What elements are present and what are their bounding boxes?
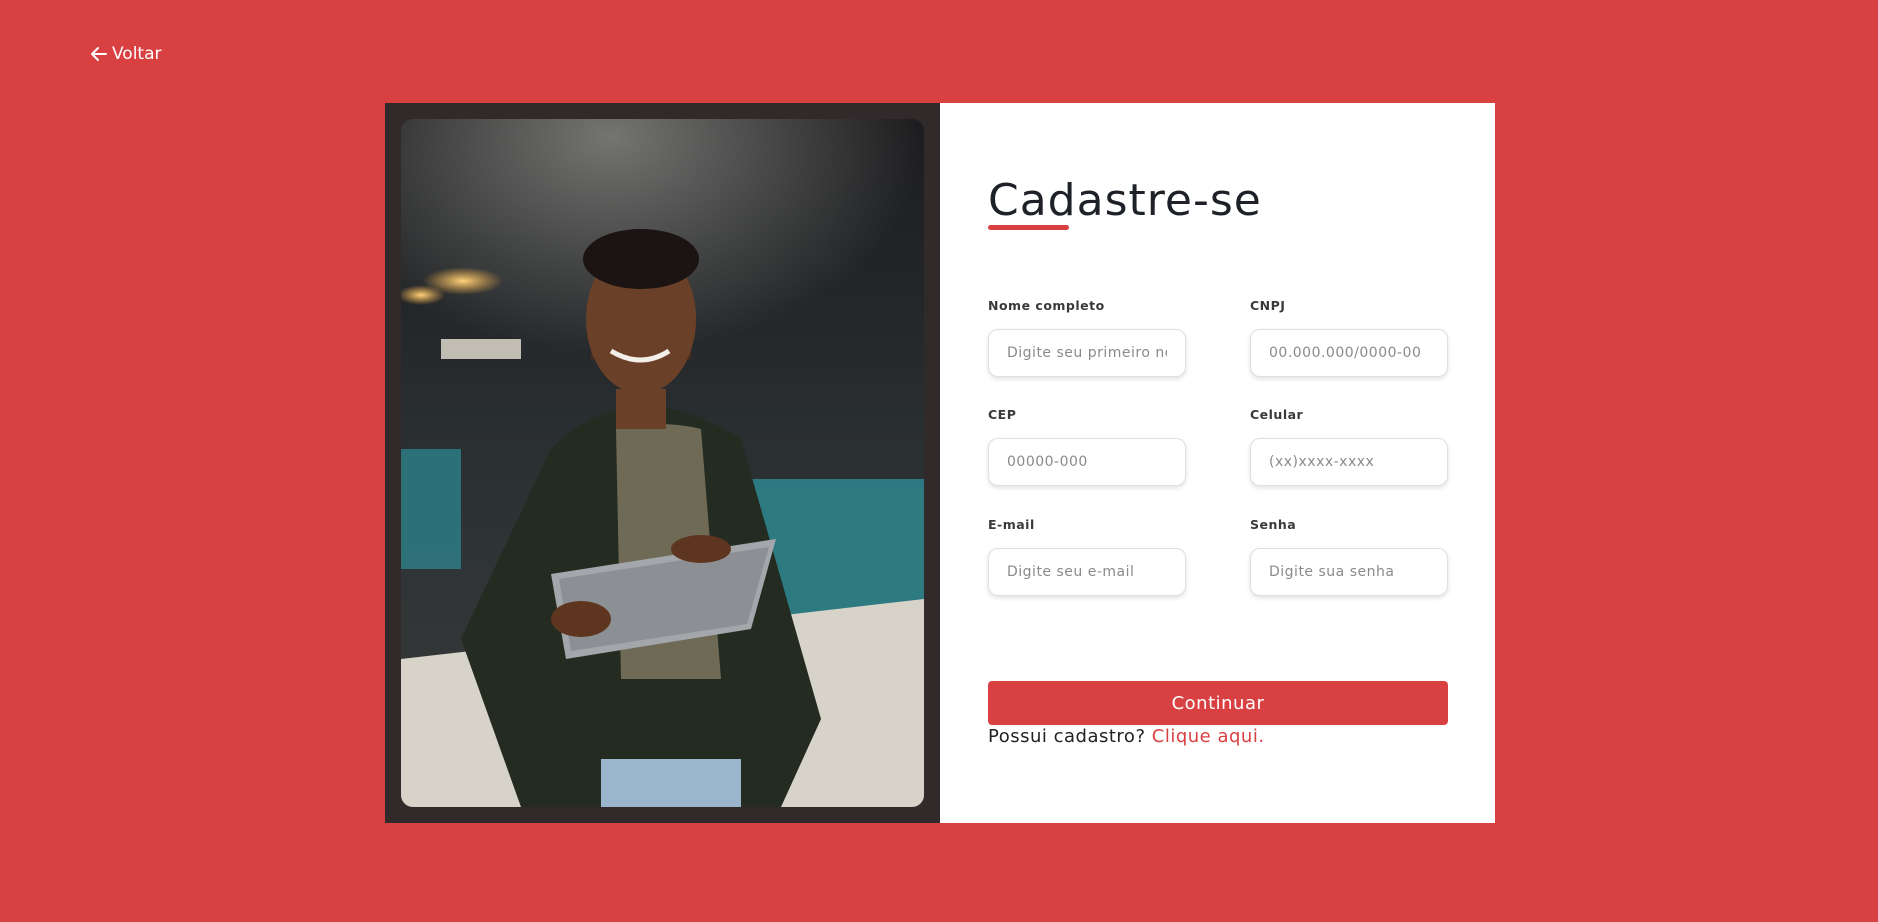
phone-input[interactable]: [1250, 438, 1448, 486]
name-field: Nome completo: [988, 298, 1186, 377]
back-label: Voltar: [112, 44, 162, 64]
cep-field: CEP: [988, 407, 1186, 486]
name-input[interactable]: [988, 329, 1186, 377]
login-prompt: Possui cadastro? Clique aqui.: [988, 726, 1265, 747]
cnpj-input[interactable]: [1250, 329, 1448, 377]
continue-button[interactable]: Continuar: [988, 681, 1448, 725]
email-field: E-mail: [988, 517, 1186, 596]
name-label: Nome completo: [988, 298, 1105, 313]
cep-label: CEP: [988, 407, 1017, 422]
phone-label: Celular: [1250, 407, 1304, 422]
cep-input[interactable]: [988, 438, 1186, 486]
login-prompt-text: Possui cadastro?: [988, 726, 1146, 747]
email-input[interactable]: [988, 548, 1186, 596]
photo-panel: [385, 103, 940, 823]
signup-form: Cadastre-se Nome completo CNPJ CEP Celul…: [940, 103, 1495, 823]
cnpj-field: CNPJ: [1250, 298, 1448, 377]
phone-field: Celular: [1250, 407, 1448, 486]
arrow-left-icon: [91, 47, 107, 61]
password-field: Senha: [1250, 517, 1448, 596]
login-link[interactable]: Clique aqui.: [1152, 726, 1265, 747]
password-input[interactable]: [1250, 548, 1448, 596]
cnpj-label: CNPJ: [1250, 298, 1286, 313]
email-label: E-mail: [988, 517, 1035, 532]
signup-card: Cadastre-se Nome completo CNPJ CEP Celul…: [385, 103, 1495, 823]
back-link[interactable]: Voltar: [90, 44, 162, 64]
title-underline: [988, 225, 1069, 230]
hero-photo: [401, 119, 924, 807]
password-label: Senha: [1250, 517, 1297, 532]
page-title: Cadastre-se: [988, 175, 1262, 226]
